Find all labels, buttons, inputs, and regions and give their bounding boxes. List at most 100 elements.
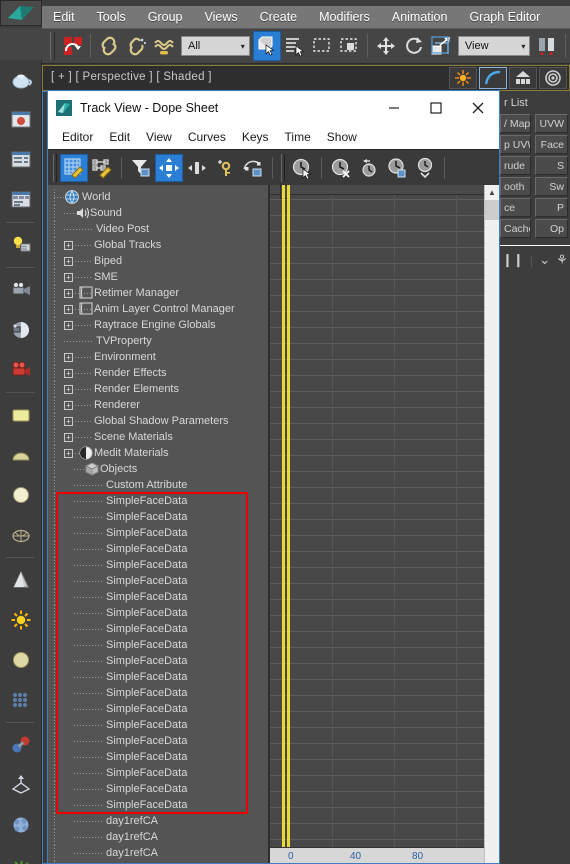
tree-vertical-scrollbar[interactable]: ▲: [484, 185, 499, 863]
tree-row[interactable]: + Render Effects: [48, 365, 268, 381]
command-panel-button[interactable]: S: [534, 156, 568, 175]
teapot-wire-icon[interactable]: [0, 515, 41, 555]
tree-row[interactable]: + Raytrace Engine Globals: [48, 317, 268, 333]
tree-row[interactable]: Custom Attribute: [48, 477, 268, 493]
menu-item-edit[interactable]: Edit: [42, 10, 86, 24]
render-preview-icon[interactable]: [0, 100, 41, 140]
tree-expand-toggle[interactable]: +: [64, 257, 73, 266]
atom-icon[interactable]: [0, 725, 41, 765]
camera-match-icon[interactable]: [0, 310, 41, 350]
tree-row[interactable]: TVProperty: [48, 333, 268, 349]
curve-icon[interactable]: [479, 67, 507, 89]
tree-row[interactable]: SimpleFaceData: [48, 525, 268, 541]
toolbar-grip[interactable]: [50, 32, 55, 60]
tree-row[interactable]: World: [48, 189, 268, 205]
dope-sheet-area[interactable]: 0 40 80: [270, 185, 499, 863]
tree-row[interactable]: SimpleFaceData: [48, 797, 268, 813]
command-panel-button[interactable]: ce: [500, 198, 531, 217]
tree-row[interactable]: Objects: [48, 461, 268, 477]
tree-expand-toggle[interactable]: +: [64, 417, 73, 426]
tree-expand-toggle[interactable]: +: [64, 449, 73, 458]
pause-icon[interactable]: ❙❙: [502, 252, 524, 268]
viewport-label[interactable]: [ + ] [ Perspective ] [ Shaded ]: [51, 71, 212, 83]
command-panel-button[interactable]: p UVW: [500, 135, 531, 154]
tree-row[interactable]: SimpleFaceData: [48, 781, 268, 797]
tree-row[interactable]: + Renderer: [48, 397, 268, 413]
tree-row[interactable]: + SME: [48, 269, 268, 285]
plane-material-icon[interactable]: [0, 395, 41, 435]
menu-item-views[interactable]: Views: [193, 10, 248, 24]
window-crossing-icon[interactable]: [336, 31, 364, 61]
scale-keys-icon[interactable]: [239, 154, 267, 182]
tree-row[interactable]: SimpleFaceData: [48, 605, 268, 621]
sphere-material-icon[interactable]: [0, 475, 41, 515]
tree-row[interactable]: + Scene Materials: [48, 429, 268, 445]
tv-menu-keys[interactable]: Keys: [234, 130, 277, 144]
tv-menu-curves[interactable]: Curves: [180, 130, 234, 144]
menu-item-group[interactable]: Group: [137, 10, 194, 24]
tree-expand-toggle[interactable]: +: [64, 353, 73, 362]
tree-row[interactable]: SimpleFaceData: [48, 765, 268, 781]
tree-row[interactable]: Video Post: [48, 221, 268, 237]
tv-toolbar-grip[interactable]: [53, 153, 57, 182]
tree-row[interactable]: SimpleFaceData: [48, 685, 268, 701]
add-keys-icon[interactable]: [211, 154, 239, 182]
tree-expand-toggle[interactable]: +: [64, 369, 73, 378]
tree-row[interactable]: SimpleFaceData: [48, 509, 268, 525]
track-view-menubar[interactable]: Editor Edit View Curves Keys Time Show: [48, 125, 499, 149]
menu-item-animation[interactable]: Animation: [381, 10, 459, 24]
tree-row[interactable]: SimpleFaceData: [48, 669, 268, 685]
tv-menu-edit[interactable]: Edit: [101, 130, 138, 144]
sun-icon[interactable]: [0, 600, 41, 640]
menu-item-graph-editor[interactable]: Graph Editor: [458, 10, 551, 24]
mirror-icon[interactable]: [533, 31, 561, 61]
grass-icon[interactable]: [0, 845, 41, 864]
tree-row[interactable]: SimpleFaceData: [48, 701, 268, 717]
command-panel-button[interactable]: Op: [534, 219, 568, 238]
tree-expand-toggle[interactable]: +: [64, 401, 73, 410]
select-and-scale-icon[interactable]: [427, 31, 455, 61]
select-by-name-icon[interactable]: [281, 31, 309, 61]
render-setup-icon[interactable]: [509, 67, 537, 89]
tree-expand-toggle[interactable]: +: [64, 321, 73, 330]
tree-expand-toggle[interactable]: +: [64, 241, 73, 250]
selection-filter-combo[interactable]: All ▾: [181, 36, 250, 56]
slide-keys-icon[interactable]: [183, 154, 211, 182]
tree-row[interactable]: SimpleFaceData: [48, 749, 268, 765]
menu-item-modifiers[interactable]: Modifiers: [308, 10, 381, 24]
camera-icon[interactable]: [0, 270, 41, 310]
render-frame-icon[interactable]: [539, 67, 567, 89]
tree-row[interactable]: SimpleFaceData: [48, 717, 268, 733]
noise-icon[interactable]: [0, 805, 41, 845]
unlink-icon[interactable]: [123, 31, 151, 61]
scrollbar-thumb[interactable]: [485, 200, 499, 220]
tv-toolbar-grip-2[interactable]: [281, 153, 285, 182]
tree-row[interactable]: + Environment: [48, 349, 268, 365]
maximize-icon[interactable]: [415, 91, 457, 125]
scale-time-icon[interactable]: [411, 154, 439, 182]
spinner-icon[interactable]: ⚘: [556, 252, 568, 268]
ref-coord-system-combo[interactable]: View ▾: [457, 36, 531, 56]
grid-array-icon[interactable]: [0, 680, 41, 720]
dope-sheet-ruler[interactable]: 0 40 80: [270, 847, 499, 863]
tree-row[interactable]: + Biped: [48, 253, 268, 269]
bind-space-warp-icon[interactable]: [150, 31, 178, 61]
command-panel-button[interactable]: Sw: [534, 177, 568, 196]
tree-row[interactable]: day1refCA: [48, 861, 268, 863]
unwrap-icon[interactable]: [0, 765, 41, 805]
command-panel-button[interactable]: UVW: [534, 114, 568, 133]
tree-row[interactable]: SimpleFaceData: [48, 557, 268, 573]
tree-row[interactable]: SimpleFaceData: [48, 493, 268, 509]
minimize-icon[interactable]: [373, 91, 415, 125]
cone-icon[interactable]: [0, 560, 41, 600]
teapot-icon[interactable]: [0, 60, 41, 100]
reverse-time-icon[interactable]: [355, 154, 383, 182]
rectangular-select-region-icon[interactable]: [308, 31, 336, 61]
command-panel-button[interactable]: P: [534, 198, 568, 217]
tree-expand-toggle[interactable]: +: [64, 385, 73, 394]
select-and-rotate-icon[interactable]: [400, 31, 428, 61]
dome-material-icon[interactable]: [0, 435, 41, 475]
tree-row[interactable]: SimpleFaceData: [48, 621, 268, 637]
close-icon[interactable]: [457, 91, 499, 125]
move-keys-icon[interactable]: [155, 153, 183, 182]
